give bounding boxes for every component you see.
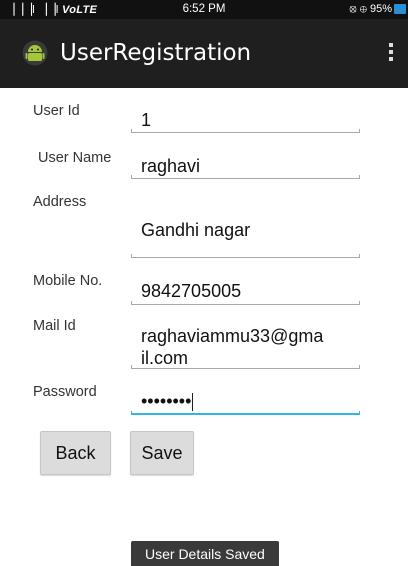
password-value: •••••••• [141,391,194,412]
back-button[interactable]: Back [40,431,111,475]
app-title: UserRegistration [60,40,252,66]
mobile-value: 9842705005 [141,281,242,301]
mail-label: Mail Id [33,318,76,334]
user-id-field[interactable]: 1 [131,104,360,134]
user-name-value: raghavi [141,156,201,176]
user-name-field[interactable]: raghavi [131,150,360,180]
address-value: Gandhi nagar [141,220,251,240]
mobile-field[interactable]: 9842705005 [131,276,360,306]
battery-icon [394,4,406,14]
overflow-menu-icon[interactable] [389,43,394,63]
mail-value: raghaviammu33@gma il.com [141,326,324,368]
address-label: Address [33,194,87,210]
save-button[interactable]: Save [130,431,194,475]
clock: 6:52 PM [182,3,226,15]
status-indicators: ⦻ ⊕ 95% [349,3,392,15]
address-field[interactable]: Gandhi nagar [131,215,360,260]
status-bar: ▕▕▕l ▕▕l VoLTE 6:52 PM ⦻ ⊕ 95% [0,0,408,19]
user-name-label: User Name [38,150,112,166]
password-label: Password [33,384,97,400]
mail-field[interactable]: raghaviammu33@gma il.com [131,324,360,372]
user-id-label: User Id [33,103,80,119]
mobile-label: Mobile No. [33,273,103,289]
android-icon [22,40,48,66]
user-id-value: 1 [141,110,152,130]
text-cursor [192,393,194,412]
toast-message: User Details Saved [131,541,279,566]
password-field[interactable]: •••••••• [131,387,360,417]
action-bar: UserRegistration [0,19,408,88]
